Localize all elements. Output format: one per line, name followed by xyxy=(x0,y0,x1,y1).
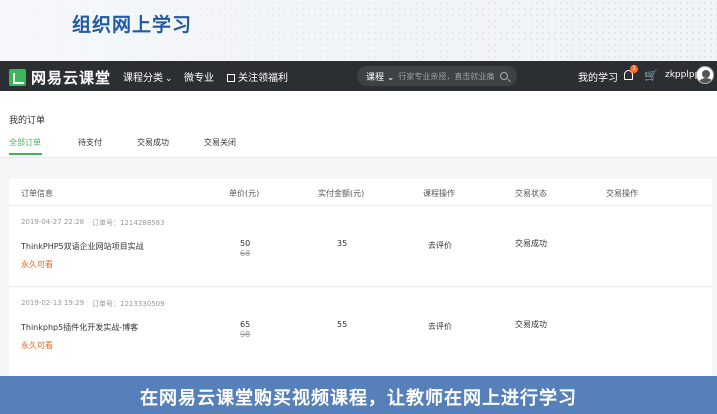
brand-name: 网易云课堂 xyxy=(31,69,112,87)
review-link[interactable]: 去评价 xyxy=(428,321,452,332)
header-divider xyxy=(9,205,712,206)
unit-price: 65 xyxy=(240,320,251,329)
original-price: 68 xyxy=(240,249,251,258)
course-category-label: 课程分类 xyxy=(123,73,163,84)
paid-amount: 55 xyxy=(337,320,348,329)
unit-price: 50 xyxy=(240,239,251,248)
review-link[interactable]: 去评价 xyxy=(428,240,452,251)
course-category-menu[interactable]: 课程分类 ⌄ xyxy=(123,69,173,84)
divider xyxy=(0,157,717,158)
paid-amount: 35 xyxy=(337,239,348,248)
order-number-label: 订单号： xyxy=(92,300,120,308)
username[interactable]: zkpplpp xyxy=(665,70,700,80)
column-header-unit-price: 单价(元) xyxy=(229,189,260,198)
cart-icon[interactable]: 🛒 xyxy=(644,69,658,82)
trade-status: 交易成功 xyxy=(515,239,547,248)
search-scope-label: 课程 xyxy=(366,72,385,83)
tab-pending-payment[interactable]: 待支付 xyxy=(78,137,102,148)
order-number: 订单号：1214288583 xyxy=(92,218,165,228)
tab-success[interactable]: 交易成功 xyxy=(137,137,169,148)
tab-closed[interactable]: 交易关闭 xyxy=(204,137,236,148)
search-bar: 课程 ⌄ xyxy=(357,66,517,86)
column-header-trade-action: 交易操作 xyxy=(606,189,638,198)
banner-title: 组织网上学习 xyxy=(72,14,193,36)
original-price: 98 xyxy=(240,330,251,339)
order-number-value: 1214288583 xyxy=(120,219,165,227)
validity-label: 永久可看 xyxy=(21,341,53,350)
column-header-status: 交易状态 xyxy=(515,189,547,198)
gift-icon xyxy=(227,74,235,82)
order-number-value: 1213330509 xyxy=(120,300,165,308)
orders-header: 我的订单 全部订单 待支付 交易成功 交易关闭 xyxy=(0,91,717,158)
caption-text: 在网易云课堂购买视频课程，让教师在网上进行学习 xyxy=(140,388,577,409)
active-tab-indicator xyxy=(9,153,42,155)
my-study-link[interactable]: 我的学习 xyxy=(578,69,618,84)
search-input[interactable] xyxy=(398,71,499,81)
column-header-paid: 实付金额(元) xyxy=(318,189,365,198)
row-divider xyxy=(9,286,712,287)
top-banner: 组织网上学习 xyxy=(0,0,717,62)
micro-major-link[interactable]: 微专业 xyxy=(184,69,214,84)
order-date: 2019-02-13 19:29 xyxy=(21,299,85,307)
search-icon[interactable] xyxy=(500,72,509,80)
search-scope-select[interactable]: 课程 ⌄ xyxy=(366,70,394,83)
order-number: 订单号：1213330509 xyxy=(92,299,165,309)
course-title[interactable]: ThinkPHP5双语企业网站项目实战 xyxy=(21,241,144,252)
chevron-down-icon: ⌄ xyxy=(165,74,173,84)
tab-all-orders[interactable]: 全部订单 xyxy=(9,137,41,148)
column-header-course-action: 课程操作 xyxy=(423,189,455,198)
column-header-order-info: 订单信息 xyxy=(21,189,53,198)
order-number-label: 订单号： xyxy=(92,219,120,227)
avatar[interactable] xyxy=(696,66,714,84)
caption-bar: 在网易云课堂购买视频课程，让教师在网上进行学习 xyxy=(0,376,717,414)
notification-badge: 1 xyxy=(630,65,638,73)
course-title[interactable]: Thinkphp5插件化开发实战-博客 xyxy=(21,322,138,333)
follow-benefit-label: 关注领福利 xyxy=(238,73,288,84)
logo-icon xyxy=(9,69,26,86)
page-title: 我的订单 xyxy=(9,116,46,126)
order-date: 2019-04-27 22:28 xyxy=(21,218,85,226)
brand-logo[interactable]: 网易云课堂 xyxy=(9,67,111,88)
trade-status: 交易成功 xyxy=(515,320,547,329)
validity-label: 永久可看 xyxy=(21,260,53,269)
top-nav: 网易云课堂 课程分类⌄ 微专业 关注领福利 课程 ⌄ 我的学习 1 🛒 zkpp… xyxy=(0,61,717,91)
follow-benefit-link[interactable]: 关注领福利 xyxy=(227,69,288,84)
orders-table: 订单信息 单价(元) 实付金额(元) 课程操作 交易状态 交易操作 2019-0… xyxy=(9,179,712,376)
